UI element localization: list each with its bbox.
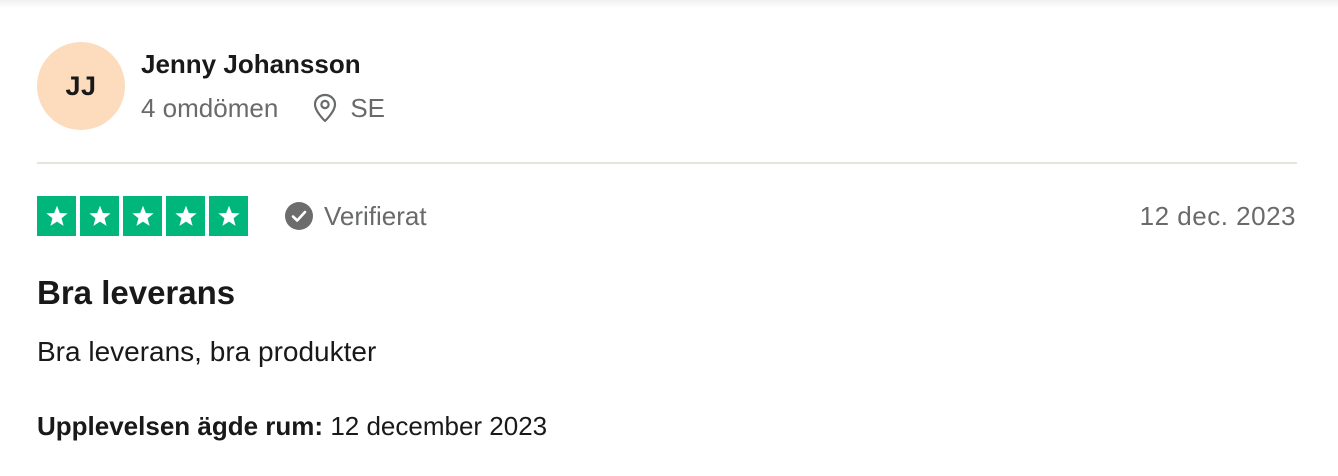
- experience-date: 12 december 2023: [330, 411, 548, 441]
- star-icon: [80, 196, 119, 236]
- experience-date-row: Upplevelsen ägde rum: 12 december 2023: [37, 409, 547, 443]
- avatar-initials: JJ: [65, 70, 97, 101]
- star-icon: [166, 196, 205, 236]
- verified-badge[interactable]: Verifierat: [284, 200, 427, 232]
- star-icon: [123, 196, 162, 236]
- check-circle-icon: [284, 201, 314, 231]
- verified-label: Verifierat: [324, 201, 427, 231]
- review-body: Bra leverans, bra produkter: [37, 336, 377, 367]
- divider: [37, 162, 1297, 164]
- review-card: JJ Jenny Johansson 4 omdömen SE Verifier…: [0, 0, 1338, 476]
- star-icon: [37, 196, 76, 236]
- location-pin-icon: [312, 93, 338, 123]
- star-icon: [209, 196, 248, 236]
- review-date: 12 dec. 2023: [1139, 201, 1296, 231]
- reviewer-meta: 4 omdömen SE: [141, 92, 385, 124]
- avatar[interactable]: JJ: [37, 42, 125, 130]
- experience-label: Upplevelsen ägde rum:: [37, 411, 331, 441]
- reviewer-name[interactable]: Jenny Johansson: [141, 48, 361, 80]
- top-shadow: [0, 0, 1338, 8]
- review-count: 4 omdömen: [141, 93, 279, 123]
- review-title[interactable]: Bra leverans: [37, 273, 235, 313]
- star-rating: [37, 196, 248, 236]
- reviewer-country: SE: [350, 93, 385, 123]
